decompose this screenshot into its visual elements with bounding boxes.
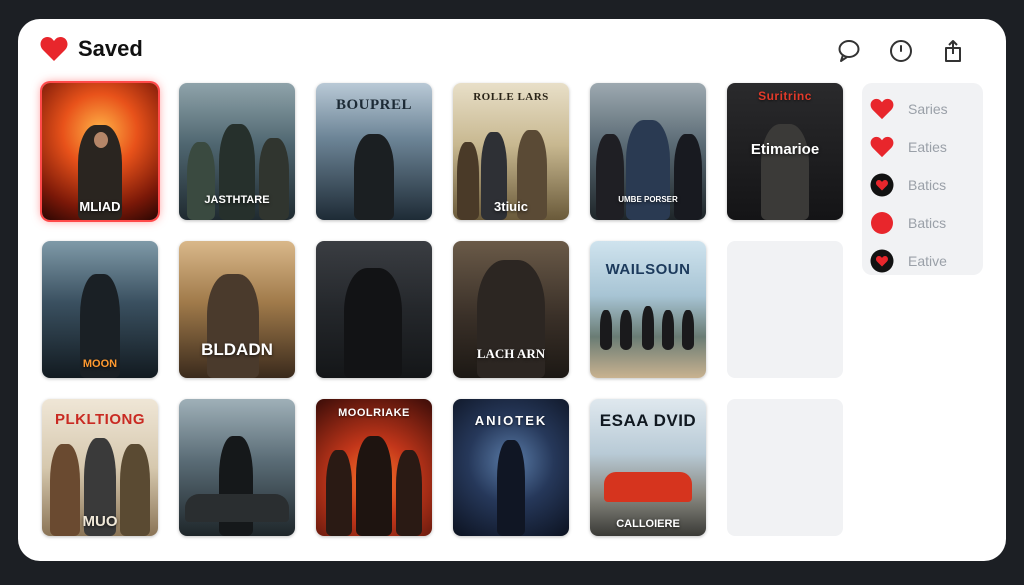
side-item-label: Eaties	[908, 139, 947, 155]
poster-card[interactable]: UMBE PORSER	[590, 83, 706, 220]
poster-title: UMBE PORSER	[618, 195, 678, 204]
poster-title: LACH ARN	[476, 346, 546, 361]
poster-card[interactable]: JASTHTARE	[179, 83, 295, 220]
poster-title: MLIAD	[79, 199, 121, 214]
side-item[interactable]: Saries	[870, 90, 983, 128]
poster-title: PLKLTIONG	[54, 411, 146, 428]
heart-circle-icon	[870, 249, 894, 273]
poster-card[interactable]	[316, 241, 432, 378]
poster-title: WAILSOUN	[605, 261, 691, 278]
heart-icon	[870, 135, 894, 159]
side-panel: Saries Eaties Batics Batics Eative	[862, 83, 983, 275]
poster-title: ROLLE LARS	[473, 91, 549, 103]
page-title: Saved	[78, 36, 143, 61]
poster-title: BLDADN	[201, 340, 273, 359]
poster-title: MOON	[82, 358, 118, 370]
poster-subtitle: 3tiuic	[494, 199, 528, 214]
poster-title: MOOLRIAKE	[338, 407, 410, 419]
poster-card[interactable]: ROLLE LARS 3tiuic	[453, 83, 569, 220]
side-item-label: Batics	[908, 215, 947, 231]
poster-card[interactable]: BLDADN	[179, 241, 295, 378]
poster-placeholder	[727, 241, 843, 378]
heart-circle-icon	[870, 173, 894, 197]
poster-title: ANIOTEK	[474, 413, 548, 428]
side-item-label: Saries	[908, 101, 948, 117]
heart-icon	[870, 97, 894, 121]
poster-placeholder	[727, 399, 843, 536]
side-item-label: Batics	[908, 177, 947, 193]
side-item[interactable]: Batics	[870, 204, 983, 242]
side-item-label: Eative	[908, 253, 947, 269]
poster-subtitle: Etimarioe	[750, 141, 820, 158]
poster-card[interactable]: MOON	[42, 241, 158, 378]
side-item[interactable]: Batics	[870, 166, 983, 204]
poster-title: JASTHTARE	[204, 194, 270, 206]
poster-card[interactable]: ANIOTEK	[453, 399, 569, 536]
title-group: Saved	[40, 36, 143, 62]
poster-card[interactable]: WAILSOUN	[590, 241, 706, 378]
poster-title: ESAA DVID	[599, 411, 697, 430]
poster-card[interactable]: ESAA DVID CALLOIERE	[590, 399, 706, 536]
poster-card[interactable]: BOUPREL	[316, 83, 432, 220]
heart-icon	[40, 36, 68, 62]
poster-card[interactable]: LACH ARN	[453, 241, 569, 378]
share-icon[interactable]	[938, 37, 968, 65]
side-item[interactable]: Eaties	[870, 128, 983, 166]
clock-icon[interactable]	[886, 37, 916, 65]
poster-card[interactable]: MLIAD	[42, 83, 158, 220]
side-item[interactable]: Eative	[870, 242, 983, 280]
poster-card[interactable]	[179, 399, 295, 536]
saved-grid: MLIAD JASTHTARE BOUPREL ROLLE LARS 3tiui…	[42, 83, 843, 536]
poster-title: BOUPREL	[335, 97, 412, 113]
poster-subtitle: CALLOIERE	[616, 518, 680, 530]
poster-card[interactable]: MOOLRIAKE	[316, 399, 432, 536]
header: Saved	[18, 19, 1006, 79]
chat-icon[interactable]	[834, 37, 864, 65]
red-dot-icon	[870, 211, 894, 235]
poster-card[interactable]: Suritrinc Etimarioe	[727, 83, 843, 220]
poster-title: Suritrinc	[758, 89, 812, 103]
poster-subtitle: MUO	[82, 513, 118, 530]
poster-card[interactable]: PLKLTIONG MUO	[42, 399, 158, 536]
saved-window: Saved MLIAD JASTHTARE BOUPREL ROLLE LARS…	[18, 19, 1006, 561]
header-actions	[834, 37, 968, 65]
